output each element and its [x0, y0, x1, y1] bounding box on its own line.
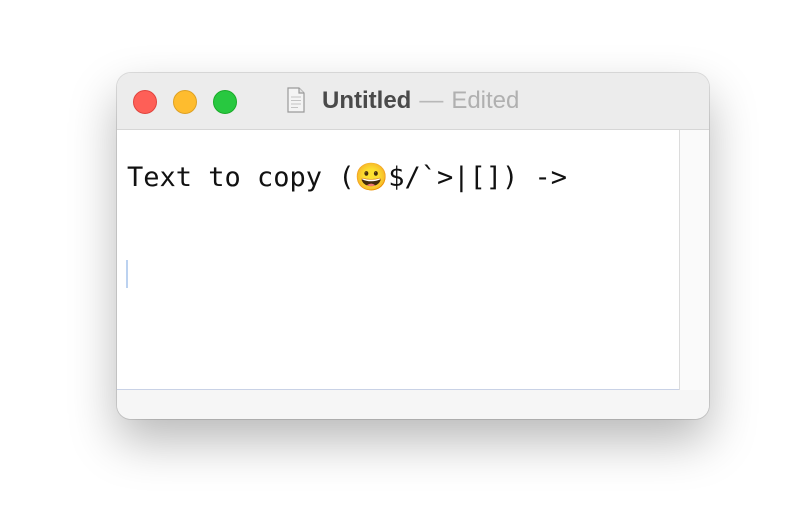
document-text-line[interactable]: Text to copy (😀$/`>|[]) -> — [127, 161, 567, 195]
title-separator: — — [419, 87, 444, 114]
document-icon[interactable] — [286, 87, 306, 113]
window-footer — [117, 390, 709, 419]
title-bar[interactable]: Untitled — Edited — [117, 73, 709, 130]
document-name: Untitled — [322, 87, 412, 114]
close-button[interactable] — [133, 90, 157, 114]
minimize-button[interactable] — [173, 90, 197, 114]
document-status: Edited — [451, 87, 520, 114]
zoom-button[interactable] — [213, 90, 237, 114]
text-cursor — [126, 260, 128, 288]
vertical-scrollbar[interactable] — [679, 130, 709, 390]
text-editor-window: Untitled — Edited Text to copy (😀$/`>|[]) … — [117, 73, 709, 419]
window-title: Untitled — Edited — [322, 87, 519, 115]
desktop-background: Untitled — Edited Text to copy (😀$/`>|[]) … — [0, 0, 800, 529]
